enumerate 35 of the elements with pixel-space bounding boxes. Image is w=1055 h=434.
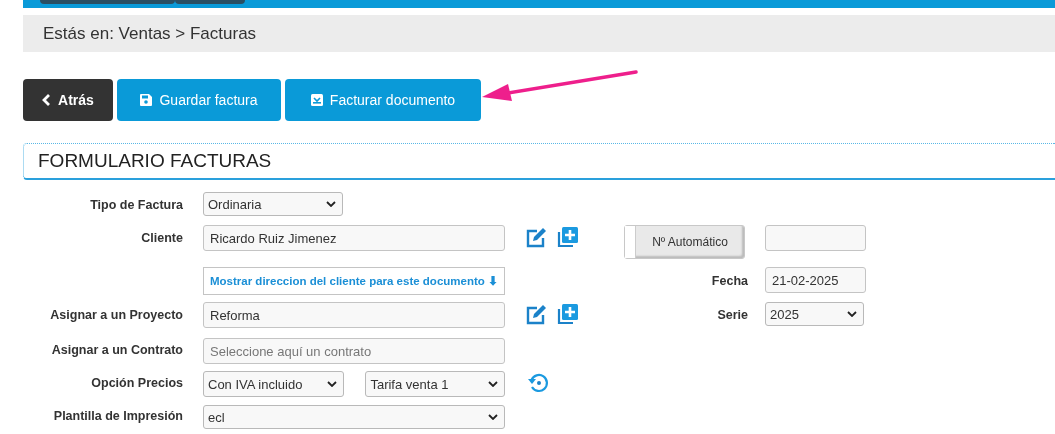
type-select[interactable]: Ordinaria xyxy=(203,192,343,216)
edit-icon[interactable] xyxy=(525,227,547,248)
template-select[interactable]: ecl xyxy=(203,405,505,429)
address-link[interactable]: Mostrar direccion del cliente para este documento ⬇ xyxy=(203,267,505,295)
field-label: Serie xyxy=(717,308,748,322)
back-button[interactable]: Atrás xyxy=(23,79,113,121)
chevron-down-icon xyxy=(327,381,338,387)
vat-select[interactable]: Con IVA incluido xyxy=(203,371,345,397)
auto-number-toggle[interactable]: Nº Automático xyxy=(624,225,745,259)
number-field[interactable] xyxy=(765,225,866,251)
field-label: Asignar a un Proyecto xyxy=(49,308,183,322)
chevron-down-icon xyxy=(326,201,336,207)
add-icon[interactable] xyxy=(557,304,578,325)
contract-field[interactable]: Seleccione aquí un contrato xyxy=(203,338,505,364)
section-title: FORMULARIO FACTURAS xyxy=(38,150,272,172)
client-field[interactable]: Ricardo Ruiz Jimenez xyxy=(203,225,505,251)
inbox-icon xyxy=(310,94,323,106)
field-label: Plantilla de Impresión xyxy=(52,408,183,423)
field-label: Opción Precios xyxy=(90,375,183,390)
series-select[interactable]: 2025 xyxy=(765,302,864,326)
edit-icon[interactable] xyxy=(525,304,547,325)
chevron-down-icon xyxy=(488,414,498,420)
rate-select[interactable]: Tarifa venta 1 xyxy=(365,371,505,397)
chevron-left-icon xyxy=(42,94,52,106)
field-label: Cliente xyxy=(140,231,183,245)
date-field[interactable]: 21-02-2025 xyxy=(765,267,866,293)
project-field[interactable]: Reforma xyxy=(203,302,505,328)
chevron-down-icon xyxy=(847,311,857,317)
reset-icon[interactable] xyxy=(527,372,549,394)
breadcrumb: Estás en: Ventas > Facturas xyxy=(43,23,257,44)
field-label: Asignar a un Contrato xyxy=(50,343,183,357)
add-icon[interactable] xyxy=(557,227,578,248)
chevron-down-icon xyxy=(488,381,498,387)
field-label: Tipo de Factura xyxy=(89,197,183,212)
field-label: Fecha xyxy=(711,273,748,288)
